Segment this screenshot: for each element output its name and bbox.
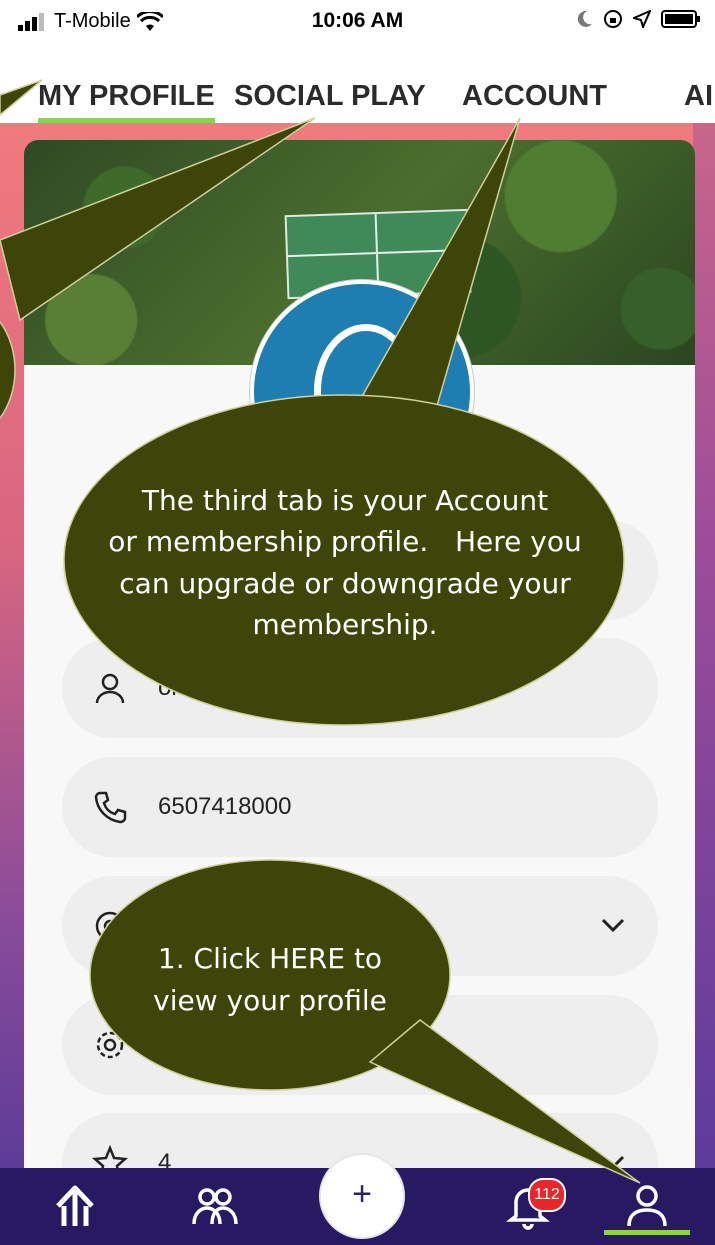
tab-account[interactable]: ACCOUNT	[462, 80, 607, 113]
person-icon	[95, 673, 125, 704]
profile-icon[interactable]	[622, 1180, 672, 1230]
chevron-down-icon[interactable]	[598, 910, 628, 940]
profile-callout-line: 1. Click HERE to	[157, 942, 383, 975]
phone-icon	[94, 791, 127, 824]
group-icon[interactable]	[190, 1180, 240, 1230]
plus-icon: +	[352, 1175, 372, 1213]
active-nav-indicator	[604, 1230, 690, 1235]
tab-my-profile[interactable]: MY PROFILE	[38, 80, 215, 113]
avatar[interactable]	[250, 280, 474, 504]
status-right	[577, 9, 701, 29]
rotation-lock-icon	[604, 10, 622, 28]
moon-icon	[577, 10, 592, 27]
phone-field[interactable]: 6507418000	[62, 757, 658, 857]
battery-icon	[661, 10, 700, 28]
gear-icon	[96, 1031, 124, 1059]
account-callout-line: membership.	[252, 608, 438, 642]
profile-callout-text: 1. Click HERE to view your profile	[110, 938, 430, 1022]
tab-social-play[interactable]: SOCIAL PLAY	[234, 80, 426, 113]
logo-icon	[314, 324, 418, 458]
profile-frame-right	[693, 123, 715, 1183]
phone-field-value: 6507418000	[158, 793, 292, 820]
home-icon[interactable]	[50, 1180, 100, 1230]
status-bar: T-Mobile 10:06 AM	[0, 0, 715, 44]
add-button[interactable]: +	[319, 1153, 405, 1239]
account-callout-text: The third tab is your Account or members…	[90, 480, 600, 646]
top-tabs: MY PROFILE SOCIAL PLAY ACCOUNT AI	[0, 70, 715, 124]
name-field-value: on	[158, 674, 185, 701]
account-callout-line: or membership profile. Here you	[108, 525, 582, 559]
account-callout-line: The third tab is your Account	[141, 484, 549, 517]
account-callout-line: can upgrade or downgrade your	[119, 566, 571, 600]
notification-badge: 112	[528, 1178, 566, 1212]
location-arrow-icon	[633, 10, 651, 28]
tab-overflow[interactable]: AI	[684, 80, 713, 113]
name-field[interactable]: on	[62, 638, 658, 738]
profile-callout-line: view your profile	[153, 984, 387, 1017]
